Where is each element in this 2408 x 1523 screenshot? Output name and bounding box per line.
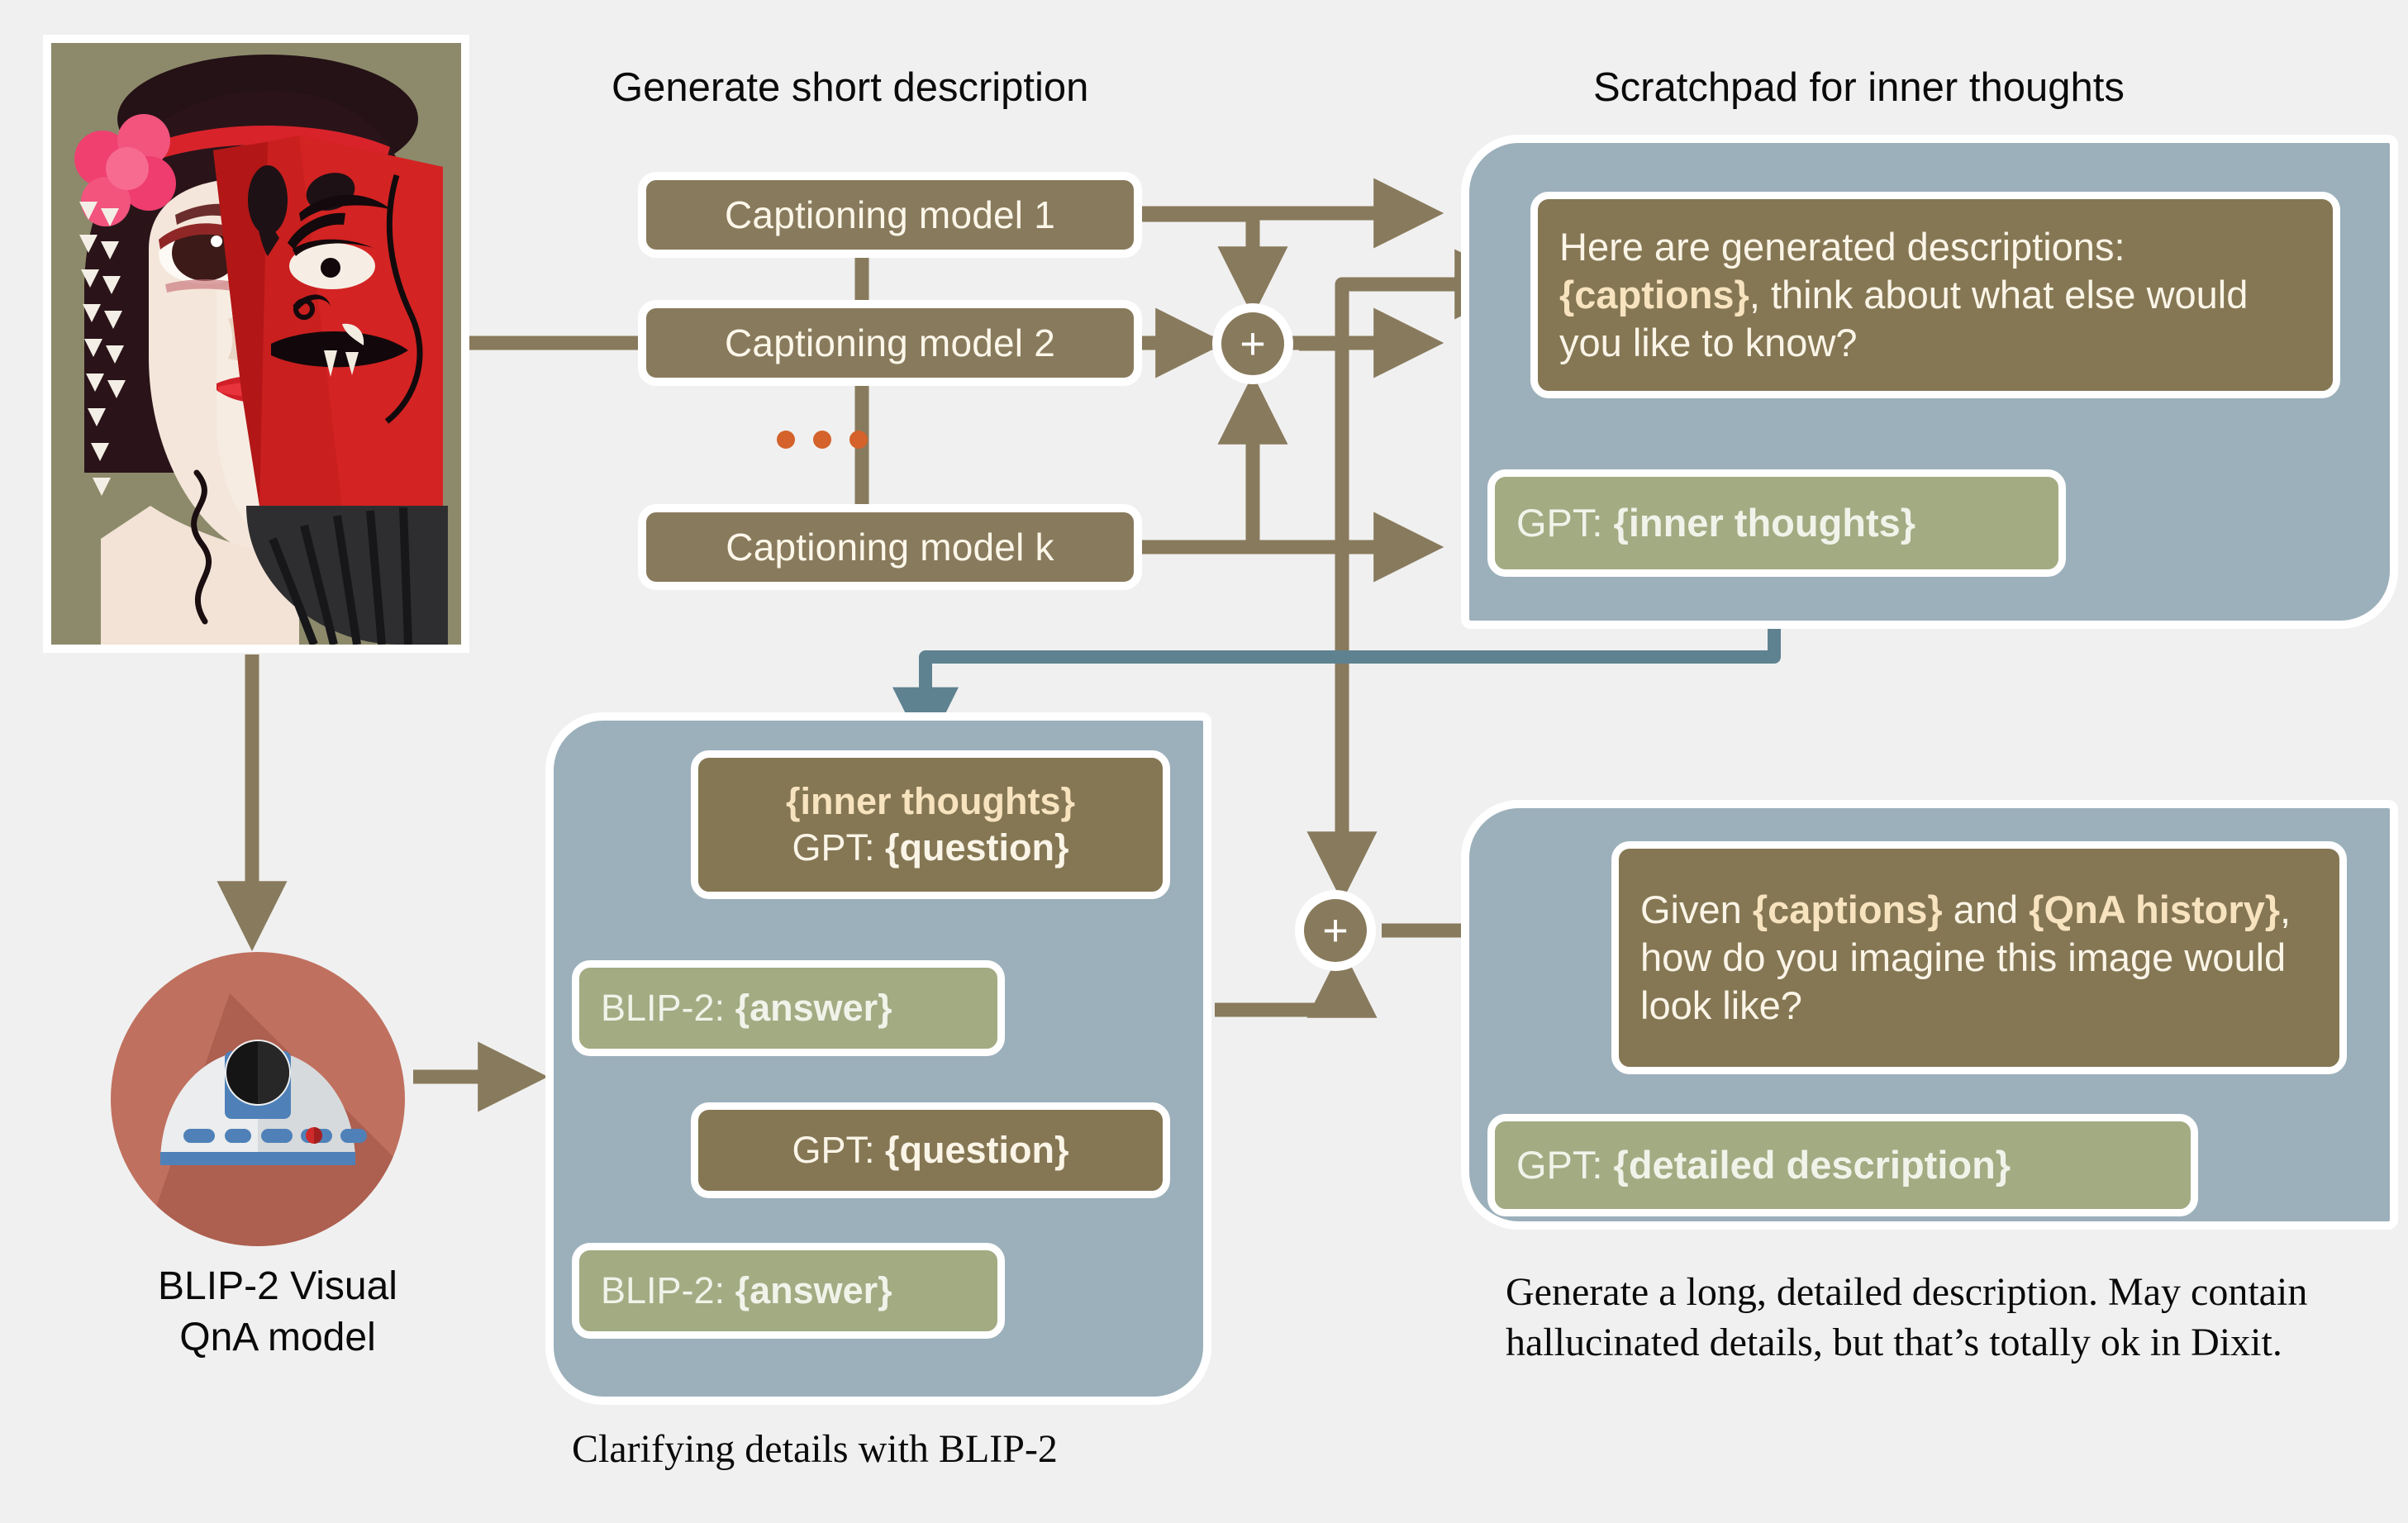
- blip2-turn-1-answer-speaker: BLIP-2:: [601, 987, 735, 1030]
- heading-scratchpad-for-inner-thoughts: Scratchpad for inner thoughts: [1593, 65, 2125, 110]
- blip2-turn-1-inner-thoughts-variable: {inner thoughts}: [786, 780, 1075, 823]
- blip2-model-label-line2: QnA model: [179, 1316, 376, 1360]
- detailed-prompt-pre: Given: [1640, 887, 1753, 931]
- blip2-turn-1-question-variable: {question}: [885, 826, 1069, 869]
- robot-icon: [111, 952, 405, 1246]
- edge-model1-to-plus: [1142, 207, 1288, 317]
- edge-blip2panel-to-plus2: [1215, 947, 1378, 1018]
- plus-symbol: +: [1322, 906, 1349, 955]
- blip2-turn-1-answer-bubble[interactable]: BLIP-2: {answer}: [572, 960, 1005, 1056]
- diagram-canvas: Generate short description Scratchpad fo…: [0, 0, 2408, 1523]
- plus-junction-captions[interactable]: +: [1221, 312, 1284, 375]
- scratchpad-gpt-response-bubble[interactable]: GPT: {inner thoughts}: [1487, 469, 2066, 577]
- captioning-model-2-label: Captioning model 2: [725, 321, 1055, 364]
- detailed-prompt-mid: and: [1942, 887, 2030, 931]
- ellipsis-dots-icon: [777, 430, 876, 450]
- scratchpad-prompt-pre: Here are generated descriptions:: [1559, 224, 2125, 269]
- geisha-artwork-svg: [51, 43, 461, 645]
- dot-icon: [777, 431, 795, 449]
- captioning-model-1-label: Captioning model 1: [725, 193, 1055, 236]
- blip2-turn-2-question-variable: {question}: [885, 1129, 1069, 1172]
- captioning-model-2-box[interactable]: Captioning model 2: [638, 300, 1142, 386]
- blip2-turn-2-answer-variable: {answer}: [735, 1269, 892, 1312]
- detailed-panel-note: Generate a long, detailed description. M…: [1506, 1270, 2308, 1364]
- blip2-turn-2-speaker: GPT:: [792, 1129, 885, 1172]
- geisha-with-oni-fan-illustration: [51, 43, 461, 645]
- blip2-turn-1-answer-variable: {answer}: [735, 987, 892, 1030]
- captioning-model-k-label: Captioning model k: [726, 526, 1054, 569]
- blip2-turn-2-question-bubble[interactable]: GPT: {question}: [691, 1102, 1170, 1198]
- dot-icon: [849, 431, 868, 449]
- blip2-model-label-line1: BLIP-2 Visual: [158, 1264, 397, 1308]
- blip2-panel-caption: Clarifying details with BLIP-2: [572, 1427, 1058, 1471]
- blip2-turn-2-answer-speaker: BLIP-2:: [601, 1269, 735, 1312]
- plus-symbol: +: [1240, 319, 1266, 369]
- heading-generate-short-description: Generate short description: [612, 65, 1089, 110]
- detailed-gpt-response-bubble[interactable]: GPT: {detailed description}: [1487, 1114, 2198, 1216]
- blip2-robot-avatar: [109, 950, 407, 1248]
- scratchpad-prompt-bubble[interactable]: Here are generated descriptions: {captio…: [1530, 192, 2340, 398]
- scratchpad-gpt-variable-inner-thoughts: {inner thoughts}: [1613, 500, 1916, 545]
- blip2-turn-1-question-bubble[interactable]: {inner thoughts} GPT: {question}: [691, 750, 1170, 899]
- detailed-prompt-variable-captions: {captions}: [1752, 887, 1943, 931]
- blip2-turn-2-answer-bubble[interactable]: BLIP-2: {answer}: [572, 1243, 1005, 1339]
- scratchpad-prompt-variable-captions: {captions}: [1559, 272, 1749, 316]
- detailed-prompt-variable-qna-history: {QnA history}: [2029, 887, 2281, 931]
- edge-modelk-to-plus: [1142, 374, 1288, 554]
- blip2-turn-1-speaker: GPT:: [792, 826, 885, 869]
- source-image-card: [43, 35, 469, 653]
- plus-junction-captions-and-qna[interactable]: +: [1304, 899, 1367, 962]
- detailed-gpt-variable-detailed-description: {detailed description}: [1613, 1142, 2011, 1187]
- captioning-model-k-box[interactable]: Captioning model k: [638, 504, 1142, 590]
- blip2-model-label: BLIP-2 Visual QnA model: [112, 1261, 443, 1364]
- dot-icon: [813, 431, 831, 449]
- captioning-model-1-box[interactable]: Captioning model 1: [638, 172, 1142, 258]
- scratchpad-gpt-speaker: GPT:: [1516, 500, 1614, 545]
- detailed-gpt-speaker: GPT:: [1516, 1142, 1614, 1187]
- detailed-prompt-bubble[interactable]: Given {captions} and {QnA history}, how …: [1611, 841, 2347, 1074]
